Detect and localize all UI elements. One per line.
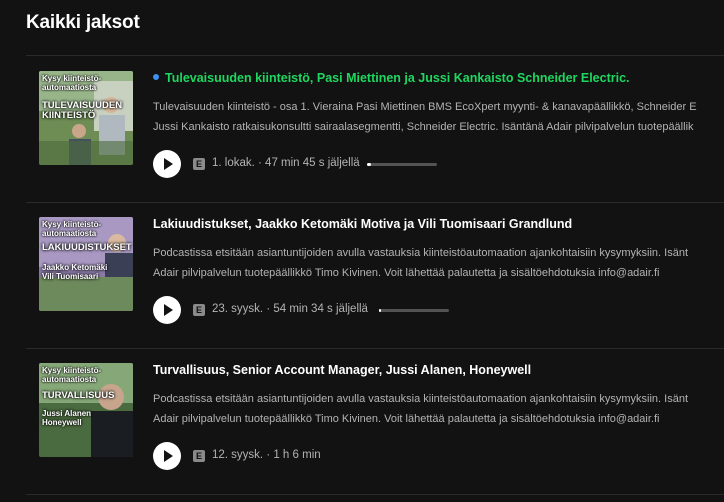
thumbnail-headline: TURVALLISUUS (42, 390, 115, 401)
description-line: Adair pilvipalvelun tuotepäällikkö Timo … (153, 413, 660, 425)
description-line: Podcastissa etsitään asiantuntijoiden av… (153, 247, 689, 259)
episode-meta-row: E 1. lokak. · 47 min 45 s jäljellä (153, 150, 724, 178)
episode-meta: 12. syysk. · 1 h 6 min (212, 449, 321, 461)
episode-meta-row: E 23. syysk. · 54 min 34 s jäljellä (153, 296, 724, 324)
description-line: Adair pilvipalvelun tuotepäällikkö Timo … (153, 267, 660, 279)
play-button[interactable] (153, 296, 181, 324)
thumbnail-caption: Kysy kiinteistö- automaatiosta (42, 366, 102, 384)
episode-meta: 23. syysk. · 54 min 34 s jäljellä (212, 303, 368, 315)
new-episode-dot (153, 74, 159, 80)
progress-fill (379, 309, 382, 312)
episode-description: Podcastissa etsitään asiantuntijoiden av… (153, 389, 724, 429)
episode-thumbnail[interactable]: Kysy kiinteistö- automaatiosta TURVALLIS… (39, 363, 133, 457)
progress-bar (367, 163, 437, 166)
episode-title[interactable]: Tulevaisuuden kiinteistö, Pasi Miettinen… (153, 71, 724, 85)
episode-row[interactable]: Kysy kiinteistö- automaatiosta TURVALLIS… (26, 348, 724, 494)
explicit-badge: E (193, 450, 205, 462)
play-button[interactable] (153, 442, 181, 470)
episode-title-text[interactable]: Tulevaisuuden kiinteistö, Pasi Miettinen… (165, 71, 630, 85)
episode-row[interactable]: Kysy kiinteistö- automaatiosta TULEVAISU… (26, 56, 724, 202)
description-line: Jussi Kankaisto ratkaisukonsultti sairaa… (153, 121, 694, 133)
episode-meta-row: E 12. syysk. · 1 h 6 min (153, 442, 724, 470)
thumbnail-names: Jussi Alanen Honeywell (42, 409, 92, 427)
episode-thumbnail[interactable]: Kysy kiinteistö- automaatiosta TULEVAISU… (39, 71, 133, 165)
explicit-badge: E (193, 304, 205, 316)
episode-row[interactable]: Kysy kiinteistö- automaatiosta LAKIUUDIS… (26, 202, 724, 348)
progress-fill (367, 163, 371, 166)
description-line: Tulevaisuuden kiinteistö - osa 1. Vierai… (153, 101, 697, 113)
thumbnail-caption: Kysy kiinteistö- automaatiosta (42, 74, 102, 92)
divider (26, 494, 724, 495)
episode-meta: 1. lokak. · 47 min 45 s jäljellä (212, 157, 360, 169)
explicit-badge: E (193, 158, 205, 170)
episode-thumbnail[interactable]: Kysy kiinteistö- automaatiosta LAKIUUDIS… (39, 217, 133, 311)
thumbnail-headline: TULEVAISUUDEN KIINTEISTÖ (42, 100, 123, 121)
episode-description: Tulevaisuuden kiinteistö - osa 1. Vierai… (153, 97, 724, 137)
episode-title[interactable]: Lakiuudistukset, Jaakko Ketomäki Motiva … (153, 217, 724, 231)
thumbnail-names: Jaakko Ketomäki Vili Tuomisaari (42, 263, 108, 281)
episode-description: Podcastissa etsitään asiantuntijoiden av… (153, 243, 724, 283)
thumbnail-headline: LAKIUUDISTUKSET (42, 242, 132, 253)
description-line: Podcastissa etsitään asiantuntijoiden av… (153, 393, 689, 405)
thumbnail-caption: Kysy kiinteistö- automaatiosta (42, 220, 102, 238)
play-button[interactable] (153, 150, 181, 178)
section-title: Kaikki jaksot (26, 12, 140, 33)
episode-title[interactable]: Turvallisuus, Senior Account Manager, Ju… (153, 363, 724, 377)
progress-bar (379, 309, 449, 312)
